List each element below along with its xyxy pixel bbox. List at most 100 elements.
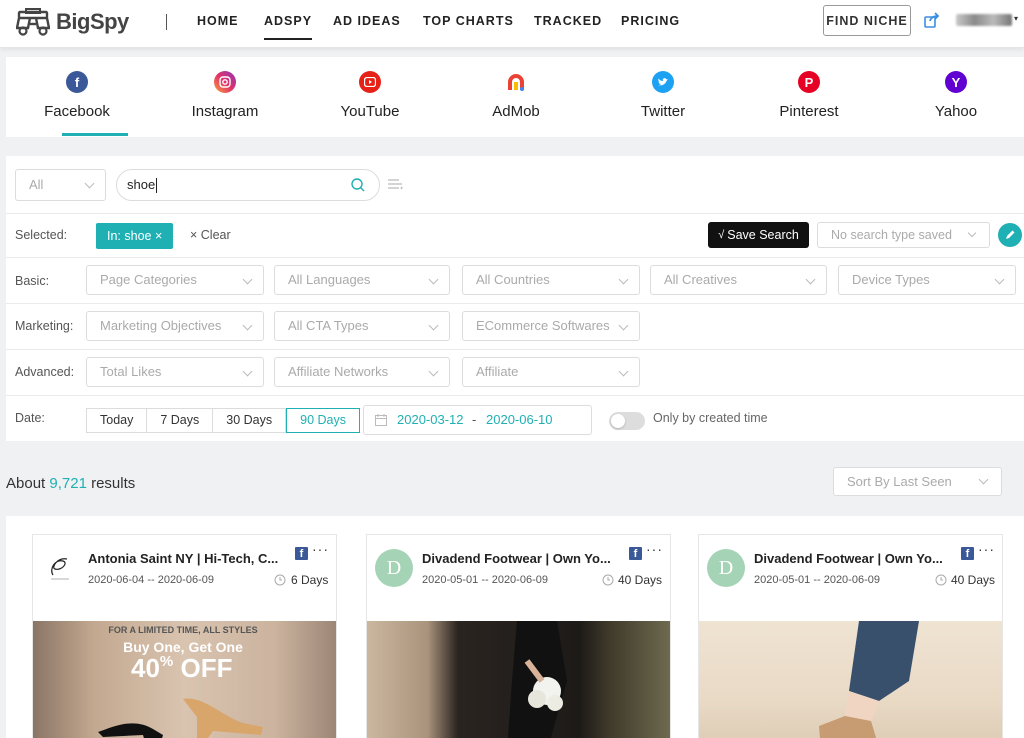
ad-creative-image[interactable] [699, 621, 1002, 738]
clear-selection-button[interactable]: × Clear [190, 228, 231, 242]
tab-facebook[interactable]: f Facebook [22, 57, 132, 137]
user-account-menu[interactable] [956, 14, 1012, 26]
affiliate-select[interactable]: Affiliate [462, 357, 640, 387]
text-cursor [156, 178, 158, 194]
advertiser-logo[interactable] [41, 549, 79, 587]
date-range-picker[interactable]: 2020-03-12 - 2020-06-10 [363, 405, 592, 435]
basic-label: Basic: [15, 274, 50, 288]
selected-keyword-chip[interactable]: In: shoe × [96, 223, 174, 249]
affiliate-networks-select[interactable]: Affiliate Networks [274, 357, 450, 387]
brand-name: BigSpy [56, 9, 129, 34]
tab-admob[interactable]: AdMob [461, 57, 571, 137]
date-from: 2020-03-12 [397, 412, 464, 427]
date-today-button[interactable]: Today [86, 408, 148, 433]
date-7-days-button[interactable]: 7 Days [147, 408, 214, 433]
select-value: Total Likes [100, 364, 162, 379]
select-value: Affiliate [476, 364, 519, 379]
saved-search-select[interactable]: No search type saved [817, 222, 990, 248]
chevron-down-icon [618, 274, 629, 285]
results-prefix: About [6, 475, 46, 492]
marketing-objectives-select[interactable]: Marketing Objectives [86, 311, 264, 341]
pinterest-icon: P [798, 71, 820, 93]
tab-youtube[interactable]: YouTube [315, 57, 425, 137]
advertiser-logo[interactable]: D [375, 549, 413, 587]
advanced-options-list-icon[interactable] [387, 178, 403, 192]
edit-saved-search-button[interactable] [998, 223, 1022, 247]
advertiser-name[interactable]: Divadend Footwear | Own Yo... [754, 551, 954, 566]
calendar-icon [375, 414, 387, 426]
ad-card[interactable]: D Divadend Footwear | Own Yo... f ··· 20… [698, 534, 1003, 738]
created-time-toggle[interactable] [609, 412, 645, 430]
tab-twitter[interactable]: Twitter [608, 57, 718, 137]
clock-icon [602, 574, 614, 586]
advertiser-logo[interactable]: D [707, 549, 745, 587]
tab-pinterest[interactable]: P Pinterest [754, 57, 864, 137]
select-value: Device Types [852, 272, 930, 287]
ad-creative-image[interactable] [367, 621, 670, 738]
select-value: Page Categories [100, 272, 197, 287]
chevron-down-icon [805, 274, 816, 285]
clock-icon [935, 574, 947, 586]
total-likes-select[interactable]: Total Likes [86, 357, 264, 387]
ad-banner-offer: 40% OFF [131, 653, 233, 684]
selected-label: Selected: [15, 228, 68, 242]
nav-top-charts[interactable]: TOP CHARTS [423, 14, 514, 28]
twitter-icon [652, 71, 674, 93]
ad-card[interactable]: D Divadend Footwear | Own Yo... f ··· 20… [366, 534, 671, 738]
nav-ad-ideas[interactable]: AD IDEAS [333, 14, 401, 28]
checkmark-icon: √ [718, 229, 725, 241]
more-options-icon[interactable]: ··· [646, 541, 663, 557]
date-label: Date: [15, 411, 45, 425]
shoe-illustration [98, 698, 263, 738]
chevron-down-icon [428, 366, 439, 377]
nav-tracked[interactable]: TRACKED [534, 14, 602, 28]
search-scope-value: All [29, 177, 44, 192]
nav-pricing[interactable]: PRICING [621, 14, 680, 28]
select-value: Affiliate Networks [288, 364, 389, 379]
nav-adspy[interactable]: ADSPY [264, 14, 313, 40]
search-scope-select[interactable]: All [15, 169, 106, 201]
ecommerce-softwares-select[interactable]: ECommerce Softwares [462, 311, 640, 341]
ad-creative-image[interactable]: FOR A LIMITED TIME, ALL STYLES Buy One, … [33, 621, 336, 738]
top-navigation-bar: BigSpy HOME ADSPY AD IDEAS TOP CHARTS TR… [0, 0, 1024, 48]
filter-panel: All shoe Selected: In: shoe × × Clear √ … [6, 156, 1024, 441]
instagram-icon [214, 71, 236, 93]
share-icon[interactable] [924, 12, 940, 28]
ad-card[interactable]: Antonia Saint NY | Hi-Tech, C... f ··· 2… [32, 534, 337, 738]
nav-home[interactable]: HOME [197, 14, 239, 28]
sort-select[interactable]: Sort By Last Seen [833, 467, 1002, 496]
date-90-days-button[interactable]: 90 Days [286, 408, 360, 433]
saved-search-placeholder: No search type saved [831, 228, 952, 242]
date-30-days-button[interactable]: 30 Days [213, 408, 287, 433]
creatives-select[interactable]: All Creatives [650, 265, 827, 295]
divider [6, 395, 1024, 396]
chevron-down-icon [242, 366, 253, 377]
advanced-label: Advanced: [15, 365, 75, 379]
ad-duration: 40 Days [618, 573, 663, 587]
select-value: Marketing Objectives [100, 318, 222, 333]
device-types-select[interactable]: Device Types [838, 265, 1016, 295]
chevron-down-icon [428, 320, 439, 331]
bigspy-logo[interactable]: BigSpy [16, 8, 129, 36]
model-illustration [507, 621, 567, 738]
user-menu-caret-icon[interactable]: ▾ [1014, 14, 1018, 23]
advertiser-name[interactable]: Antonia Saint NY | Hi-Tech, C... [88, 551, 288, 566]
chevron-down-icon [618, 366, 629, 377]
cta-types-select[interactable]: All CTA Types [274, 311, 450, 341]
languages-select[interactable]: All Languages [274, 265, 450, 295]
page-categories-select[interactable]: Page Categories [86, 265, 264, 295]
tab-instagram[interactable]: Instagram [170, 57, 280, 137]
search-input[interactable]: shoe [116, 169, 380, 201]
chevron-down-icon [428, 274, 439, 285]
search-icon[interactable] [351, 178, 365, 192]
find-niche-button[interactable]: FIND NICHE [823, 5, 911, 36]
more-options-icon[interactable]: ··· [312, 541, 329, 557]
save-search-button[interactable]: √ Save Search [708, 222, 809, 248]
advertiser-name[interactable]: Divadend Footwear | Own Yo... [422, 551, 622, 566]
more-options-icon[interactable]: ··· [978, 541, 995, 557]
tab-yahoo[interactable]: Y Yahoo [901, 57, 1011, 137]
countries-select[interactable]: All Countries [462, 265, 640, 295]
tab-label: YouTube [340, 103, 400, 120]
ad-date-range: 2020-06-04 -- 2020-06-09 [88, 574, 214, 586]
divider [6, 213, 1024, 214]
